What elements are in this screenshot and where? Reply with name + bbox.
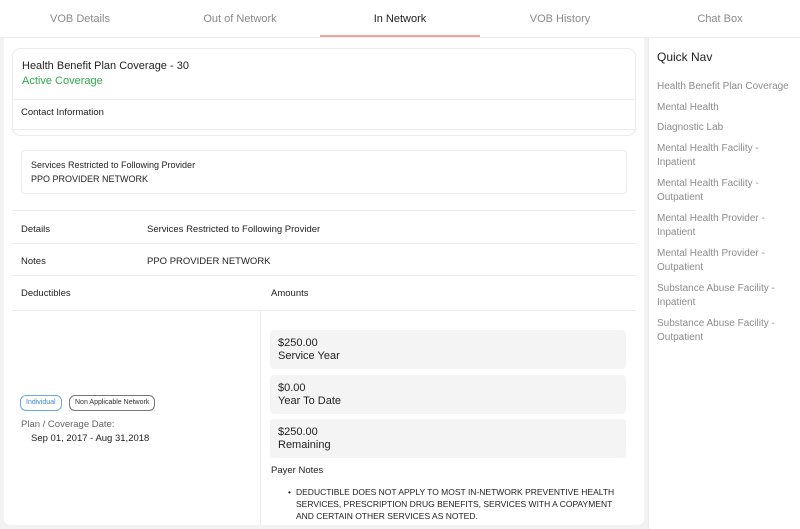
- quick-nav-sa-facility-inpatient[interactable]: Substance Abuse Facility - Inpatient: [657, 282, 797, 311]
- network-badge: Non Applicable Network: [69, 395, 156, 411]
- payer-notes-heading: Payer Notes: [271, 465, 324, 476]
- individual-badge: Individual: [20, 395, 62, 411]
- tab-label: VOB Details: [50, 12, 110, 25]
- divider: [12, 210, 636, 211]
- coverage-status: Active Coverage: [22, 75, 103, 87]
- notes-value: PPO PROVIDER NETWORK: [147, 256, 271, 267]
- contact-information-heading: Contact Information: [21, 107, 104, 118]
- amount-card-remaining: $250.00 Remaining: [270, 419, 626, 458]
- plan-coverage-card: Health Benefit Plan Coverage - 30 Active…: [12, 48, 636, 136]
- plan-date-value: Sep 01, 2017 - Aug 31,2018: [31, 433, 150, 444]
- tab-bar: VOB Details Out of Network In Network VO…: [0, 0, 800, 38]
- amount-label: Service Year: [278, 350, 340, 362]
- divider: [12, 243, 636, 244]
- divider: [13, 99, 635, 100]
- tab-label: Chat Box: [697, 12, 743, 25]
- quick-nav-mh-provider-inpatient[interactable]: Mental Health Provider - Inpatient: [657, 212, 797, 241]
- quick-nav-mh-facility-outpatient[interactable]: Mental Health Facility - Outpatient: [657, 177, 797, 206]
- divider: [12, 129, 636, 130]
- payer-notes-list: DEDUCTIBLE DOES NOT APPLY TO MOST IN-NET…: [288, 486, 624, 522]
- divider: [12, 275, 636, 276]
- quick-nav-health-benefit-plan-coverage[interactable]: Health Benefit Plan Coverage: [657, 80, 797, 95]
- tab-vob-history[interactable]: VOB History: [480, 0, 640, 37]
- tab-out-of-network[interactable]: Out of Network: [160, 0, 320, 37]
- restriction-box: Services Restricted to Following Provide…: [21, 150, 627, 194]
- notes-label: Notes: [21, 256, 46, 267]
- quick-nav-sa-facility-outpatient[interactable]: Substance Abuse Facility - Outpatient: [657, 317, 797, 346]
- payer-note-item: DEDUCTIBLE DOES NOT APPLY TO MOST IN-NET…: [288, 486, 624, 522]
- tab-in-network[interactable]: In Network: [320, 0, 480, 37]
- plan-title: Health Benefit Plan Coverage - 30: [22, 60, 189, 72]
- deductible-info-panel: [12, 311, 261, 525]
- quick-nav-title: Quick Nav: [657, 50, 713, 64]
- amount-label: Year To Date: [278, 395, 341, 407]
- tab-label: VOB History: [529, 12, 591, 25]
- quick-nav-list: Health Benefit Plan Coverage Mental Heal…: [657, 80, 797, 352]
- restriction-value: PPO PROVIDER NETWORK: [31, 174, 149, 184]
- amounts-header: Amounts: [271, 288, 309, 299]
- tab-label: Out of Network: [203, 12, 277, 25]
- details-value: Services Restricted to Following Provide…: [147, 224, 321, 235]
- amount-value: $250.00: [278, 426, 318, 438]
- restriction-title: Services Restricted to Following Provide…: [31, 160, 196, 170]
- in-network-panel: Health Benefit Plan Coverage - 30 Active…: [4, 38, 644, 525]
- amount-label: Remaining: [278, 439, 331, 451]
- amount-card-service-year: $250.00 Service Year: [270, 330, 626, 369]
- quick-nav-diagnostic-lab[interactable]: Diagnostic Lab: [657, 121, 797, 136]
- amount-value: $250.00: [278, 337, 318, 349]
- amount-card-year-to-date: $0.00 Year To Date: [270, 375, 626, 414]
- quick-nav-mh-facility-inpatient[interactable]: Mental Health Facility - Inpatient: [657, 142, 797, 171]
- tab-chat-box[interactable]: Chat Box: [640, 0, 800, 37]
- tab-label: In Network: [373, 12, 427, 25]
- amount-value: $0.00: [278, 382, 306, 394]
- quick-nav-panel: Quick Nav Health Benefit Plan Coverage M…: [648, 38, 800, 529]
- details-label: Details: [21, 224, 51, 235]
- quick-nav-mental-health[interactable]: Mental Health: [657, 101, 797, 116]
- quick-nav-mh-provider-outpatient[interactable]: Mental Health Provider - Outpatient: [657, 247, 797, 276]
- deductibles-header: Deductibles: [21, 288, 71, 299]
- tab-vob-details[interactable]: VOB Details: [0, 0, 160, 37]
- plan-date-label: Plan / Coverage Date:: [21, 419, 115, 430]
